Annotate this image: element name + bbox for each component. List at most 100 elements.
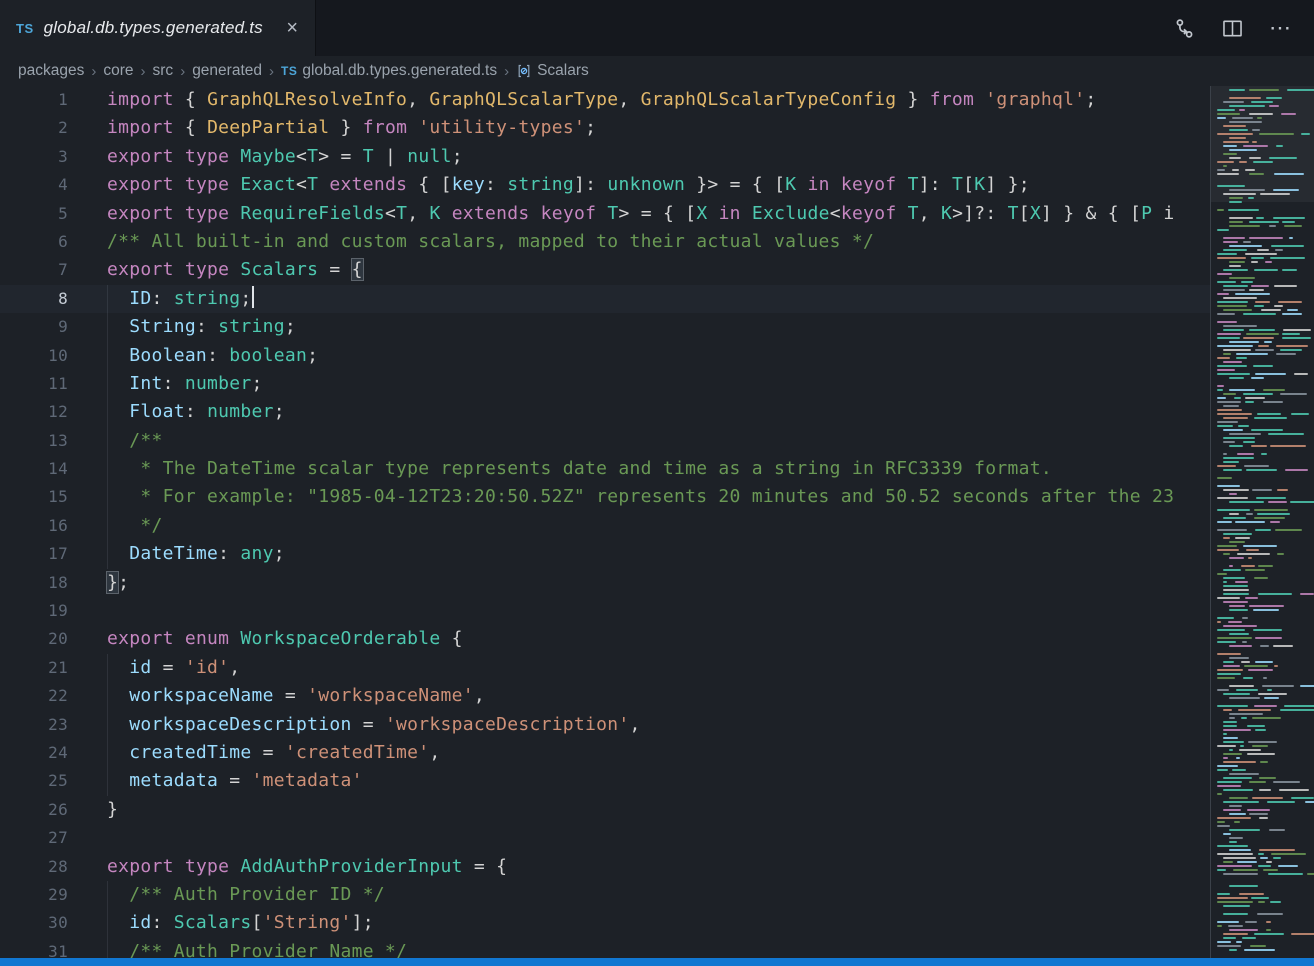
- line-number[interactable]: 26: [0, 796, 68, 824]
- code-area[interactable]: 1import { GraphQLResolveInfo, GraphQLSca…: [0, 86, 1210, 958]
- code-line[interactable]: 13 /**: [0, 427, 1210, 455]
- line-number[interactable]: 6: [0, 228, 68, 256]
- line-number[interactable]: 5: [0, 200, 68, 228]
- code-line[interactable]: 1import { GraphQLResolveInfo, GraphQLSca…: [0, 86, 1210, 114]
- code-line[interactable]: 29 /** Auth Provider ID */: [0, 881, 1210, 909]
- line-number[interactable]: 14: [0, 455, 68, 483]
- line-number[interactable]: 23: [0, 711, 68, 739]
- code-line[interactable]: 6/** All built-in and custom scalars, ma…: [0, 228, 1210, 256]
- code-line[interactable]: 26}: [0, 796, 1210, 824]
- minimap[interactable]: [1210, 86, 1314, 958]
- code-line[interactable]: 28export type AddAuthProviderInput = {: [0, 853, 1210, 881]
- open-changes-button[interactable]: [1168, 12, 1200, 44]
- split-editor-button[interactable]: [1216, 12, 1248, 44]
- line-number[interactable]: 19: [0, 597, 68, 625]
- line-number[interactable]: 11: [0, 370, 68, 398]
- code-line[interactable]: 23 workspaceDescription = 'workspaceDesc…: [0, 711, 1210, 739]
- line-number[interactable]: 1: [0, 86, 68, 114]
- line-number[interactable]: 20: [0, 625, 68, 653]
- code-line[interactable]: 25 metadata = 'metadata': [0, 767, 1210, 795]
- code-line[interactable]: 18};: [0, 569, 1210, 597]
- code-line[interactable]: 12 Float: number;: [0, 398, 1210, 426]
- breadcrumb-item-packages[interactable]: packages: [18, 62, 84, 80]
- code-token: [107, 770, 129, 791]
- minimap-row: [1216, 293, 1314, 295]
- code-line-content: id: Scalars['String'];: [107, 909, 1210, 937]
- line-number[interactable]: 10: [0, 342, 68, 370]
- line-number[interactable]: 13: [0, 427, 68, 455]
- code-line[interactable]: 15 * For example: "1985-04-12T23:20:50.5…: [0, 483, 1210, 511]
- line-number[interactable]: 2: [0, 114, 68, 142]
- code-token: =: [318, 259, 351, 280]
- line-number[interactable]: 9: [0, 313, 68, 341]
- minimap-row: [1216, 845, 1314, 847]
- line-number[interactable]: 17: [0, 540, 68, 568]
- minimap-row: [1216, 773, 1314, 775]
- code-token: 'utility-types': [418, 117, 585, 138]
- code-token: type: [185, 174, 229, 195]
- code-line[interactable]: 21 id = 'id',: [0, 654, 1210, 682]
- minimap-row: [1216, 637, 1314, 639]
- code-line[interactable]: 10 Boolean: boolean;: [0, 342, 1210, 370]
- code-line-content: export type Maybe<T> = T | null;: [107, 143, 1210, 171]
- line-number[interactable]: 27: [0, 824, 68, 852]
- code-token: [: [1019, 203, 1030, 224]
- minimap-row: [1216, 465, 1314, 467]
- code-line-content: id = 'id',: [107, 654, 1210, 682]
- code-line[interactable]: 24 createdTime = 'createdTime',: [0, 739, 1210, 767]
- code-token: WorkspaceOrderable: [240, 628, 440, 649]
- code-line[interactable]: 2import { DeepPartial } from 'utility-ty…: [0, 114, 1210, 142]
- code-line[interactable]: 9 String: string;: [0, 313, 1210, 341]
- line-number[interactable]: 15: [0, 483, 68, 511]
- code-token: string: [218, 316, 285, 337]
- code-line[interactable]: 16 */: [0, 512, 1210, 540]
- line-number[interactable]: 28: [0, 853, 68, 881]
- code-line[interactable]: 19: [0, 597, 1210, 625]
- code-token: [107, 941, 129, 958]
- breadcrumb-item-src[interactable]: src: [153, 62, 174, 80]
- code-token: {: [174, 89, 207, 110]
- code-line[interactable]: 17 DateTime: any;: [0, 540, 1210, 568]
- line-number[interactable]: 8: [0, 285, 68, 313]
- code-line[interactable]: 20export enum WorkspaceOrderable {: [0, 625, 1210, 653]
- line-number[interactable]: 29: [0, 881, 68, 909]
- minimap-row: [1216, 521, 1314, 523]
- editor-tab[interactable]: TS global.db.types.generated.ts ×: [0, 0, 316, 56]
- breadcrumb-item-scalars[interactable]: Scalars: [516, 62, 589, 80]
- code-token: type: [185, 856, 229, 877]
- line-number[interactable]: 30: [0, 909, 68, 937]
- code-line[interactable]: 3 export type Maybe<T> = T | null;: [0, 143, 1210, 171]
- line-number[interactable]: 21: [0, 654, 68, 682]
- line-number[interactable]: 18: [0, 569, 68, 597]
- code-line[interactable]: 8 ID: string;: [0, 285, 1210, 313]
- code-token: [229, 203, 240, 224]
- line-number[interactable]: 24: [0, 739, 68, 767]
- minimap-row: [1216, 401, 1314, 403]
- minimap-row: [1216, 581, 1314, 583]
- code-line[interactable]: 14 * The DateTime scalar type represents…: [0, 455, 1210, 483]
- code-line-content: * For example: "1985-04-12T23:20:50.52Z"…: [107, 483, 1210, 511]
- line-number[interactable]: 7: [0, 256, 68, 284]
- line-number[interactable]: 22: [0, 682, 68, 710]
- line-number[interactable]: 25: [0, 767, 68, 795]
- line-number[interactable]: 3: [0, 143, 68, 171]
- code-line[interactable]: 5export type RequireFields<T, K extends …: [0, 200, 1210, 228]
- code-line[interactable]: 31 /** Auth Provider Name */: [0, 938, 1210, 958]
- line-number[interactable]: 4: [0, 171, 68, 199]
- breadcrumb-item-generated[interactable]: generated: [192, 62, 262, 80]
- line-number[interactable]: 31: [0, 938, 68, 958]
- code-line[interactable]: 27: [0, 824, 1210, 852]
- minimap-row: [1216, 277, 1314, 279]
- code-line[interactable]: 22 workspaceName = 'workspaceName',: [0, 682, 1210, 710]
- line-number[interactable]: 12: [0, 398, 68, 426]
- line-number[interactable]: 16: [0, 512, 68, 540]
- code-line[interactable]: 4export type Exact<T extends { [key: str…: [0, 171, 1210, 199]
- code-line[interactable]: 30 id: Scalars['String'];: [0, 909, 1210, 937]
- breadcrumb-item-global-db-types-generated-ts[interactable]: TSglobal.db.types.generated.ts: [281, 62, 497, 80]
- close-tab-icon[interactable]: ×: [281, 17, 303, 39]
- breadcrumb-item-core[interactable]: core: [103, 62, 133, 80]
- code-line[interactable]: 7export type Scalars = {: [0, 256, 1210, 284]
- more-actions-button[interactable]: ⋯: [1264, 12, 1296, 44]
- minimap-row: [1216, 209, 1314, 211]
- code-line[interactable]: 11 Int: number;: [0, 370, 1210, 398]
